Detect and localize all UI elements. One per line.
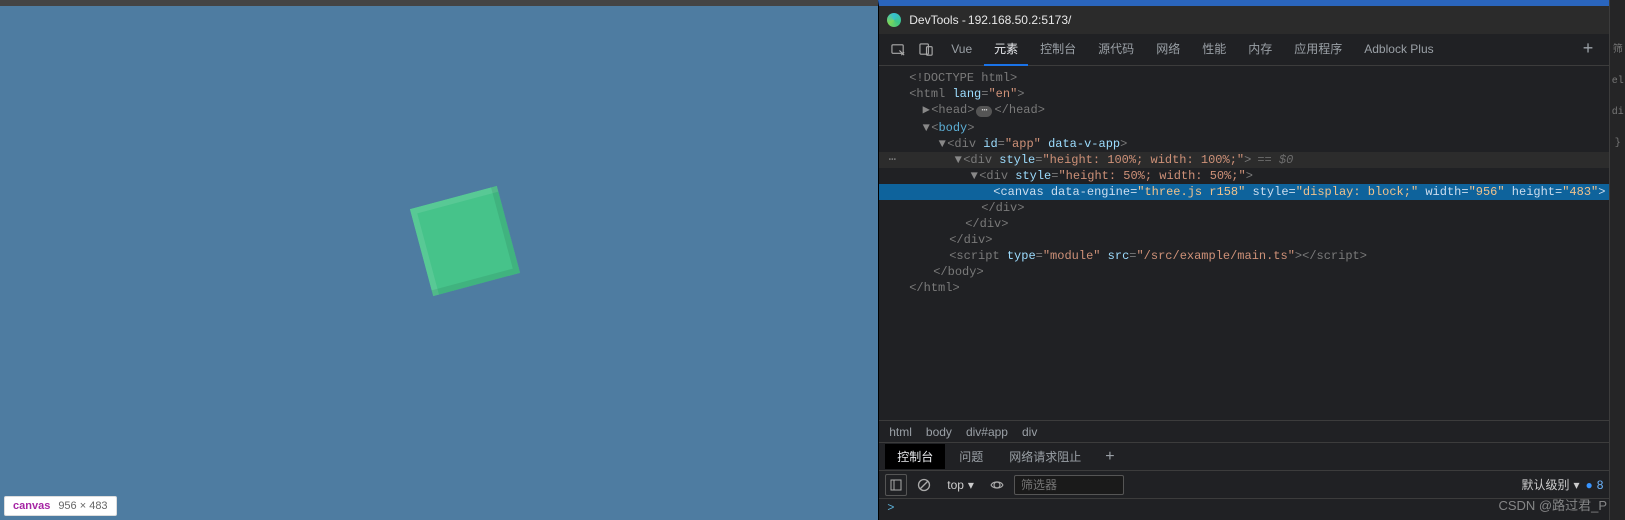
drawer-tab-issues[interactable]: 问题 — [947, 444, 995, 469]
tooltip-element-name: canvas — [13, 500, 50, 512]
breadcrumb: html body div#app div — [879, 420, 1609, 442]
more-tabs-button[interactable]: + — [1573, 40, 1604, 60]
live-expression-icon[interactable] — [986, 474, 1008, 496]
devtools-title-url: 192.168.50.2:5173/ — [968, 13, 1071, 27]
chevron-down-icon: ▾ — [1573, 478, 1579, 492]
devtools-titlebar[interactable]: DevTools - 192.168.50.2:5173/ — [879, 6, 1609, 34]
tab-sources[interactable]: 源代码 — [1088, 34, 1144, 66]
console-prompt[interactable]: > — [879, 498, 1609, 520]
edge-icon — [887, 13, 901, 27]
dom-node-hovered[interactable]: ⋯▼<div style="height: 100%; width: 100%;… — [879, 152, 1609, 168]
tab-elements[interactable]: 元素 — [984, 34, 1028, 66]
crumb-div[interactable]: div — [1022, 425, 1037, 439]
drawer-more-button[interactable]: + — [1095, 448, 1124, 466]
crumb-divapp[interactable]: div#app — [966, 425, 1008, 439]
drawer-tabs: 控制台 问题 网络请求阻止 + — [879, 442, 1609, 470]
log-level-selector[interactable]: 默认级别 ▾ — [1521, 476, 1579, 493]
crumb-body[interactable]: body — [926, 425, 952, 439]
message-count[interactable]: ● 8 — [1586, 478, 1604, 492]
strip-glyph: } — [1615, 138, 1621, 149]
dom-tree[interactable]: <!DOCTYPE html> <html lang="en"> ▶<head>… — [879, 66, 1609, 420]
tab-application[interactable]: 应用程序 — [1284, 34, 1352, 66]
element-dimension-tooltip: canvas 956 × 483 — [4, 496, 117, 516]
tab-performance[interactable]: 性能 — [1192, 34, 1236, 66]
ellipsis-icon[interactable]: ⋯ — [976, 106, 992, 117]
devtools-tabs: Vue 元素 控制台 源代码 网络 性能 内存 应用程序 Adblock Plu… — [879, 34, 1609, 66]
context-selector[interactable]: top ▾ — [941, 476, 980, 494]
console-toolbar: top ▾ 默认级别 ▾ ● 8 — [879, 470, 1609, 498]
dom-node-selected[interactable]: <canvas data-engine="three.js r158" styl… — [879, 184, 1609, 200]
tab-console[interactable]: 控制台 — [1030, 34, 1086, 66]
inspect-element-icon[interactable] — [885, 37, 911, 63]
tab-vue[interactable]: Vue — [941, 34, 982, 66]
devtools-panel: DevTools - 192.168.50.2:5173/ Vue 元素 控制台… — [878, 0, 1609, 520]
chevron-down-icon: ▾ — [968, 478, 974, 492]
strip-glyph: el — [1612, 76, 1624, 87]
info-dot-icon: ● — [1586, 478, 1593, 492]
tab-memory[interactable]: 内存 — [1238, 34, 1282, 66]
console-filter-input[interactable] — [1014, 475, 1124, 495]
devtools-title-prefix: DevTools - — [909, 13, 966, 27]
tooltip-dimensions: 956 × 483 — [58, 500, 107, 512]
page-viewport[interactable]: canvas 956 × 483 — [0, 0, 878, 520]
three-cube — [410, 186, 520, 296]
styles-pane-collapsed[interactable]: 筛 el di } — [1609, 0, 1625, 520]
tab-adblock[interactable]: Adblock Plus — [1354, 34, 1443, 66]
drawer-tab-console[interactable]: 控制台 — [885, 444, 945, 469]
device-toolbar-icon[interactable] — [913, 37, 939, 63]
strip-glyph: di — [1612, 107, 1624, 118]
crumb-html[interactable]: html — [889, 425, 912, 439]
tab-network[interactable]: 网络 — [1146, 34, 1190, 66]
clear-console-icon[interactable] — [913, 474, 935, 496]
toggle-sidebar-icon[interactable] — [885, 474, 907, 496]
drawer-tab-network-block[interactable]: 网络请求阻止 — [997, 444, 1093, 469]
dom-node[interactable]: <!DOCTYPE html> — [901, 70, 1017, 86]
strip-glyph: 筛 — [1613, 40, 1623, 56]
